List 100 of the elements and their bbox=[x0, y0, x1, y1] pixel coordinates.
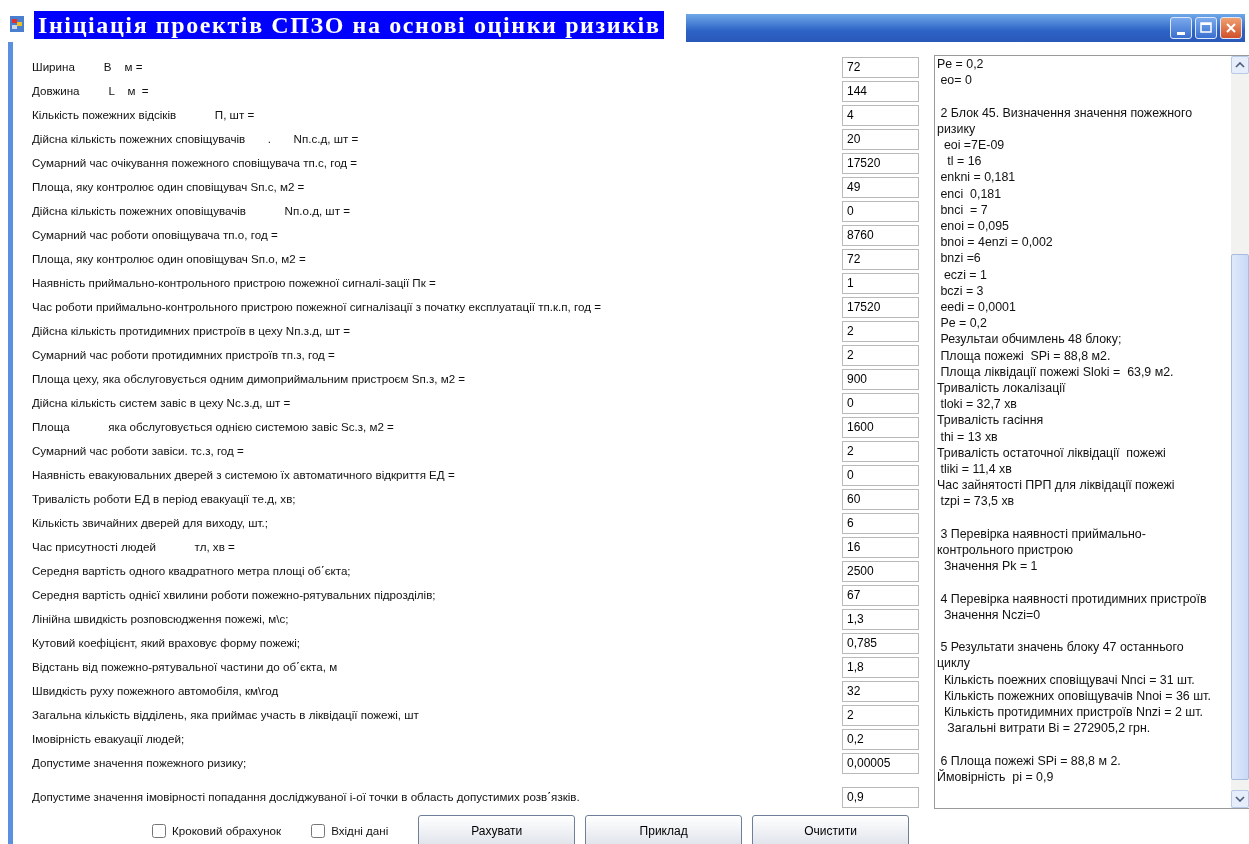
checkbox-label: Кроковий обрахунок bbox=[172, 823, 282, 840]
input-field[interactable]: 2 bbox=[842, 320, 919, 342]
output-line: Кількість пожежних оповіщувачів Nnoi = 36 шт. bbox=[942, 687, 1212, 705]
field-label: Наявність евакуювальних дверей з системою їх автоматичного відкриття ЕД = bbox=[32, 467, 456, 484]
output-line: enkni = 0,181 bbox=[939, 169, 1017, 186]
input-field[interactable]: 2 bbox=[842, 704, 919, 726]
output-line: Час зайнятості ПРП для ліквідації пожежі bbox=[937, 477, 1176, 494]
close-icon bbox=[1224, 21, 1238, 35]
output-line: tliki = 11,4 хв bbox=[939, 461, 1013, 478]
scroll-up-icon[interactable] bbox=[1235, 62, 1245, 68]
input-field[interactable]: 32 bbox=[842, 680, 919, 702]
output-line: enci 0,181 bbox=[939, 185, 1003, 202]
field-label: Тривалість роботи ЕД в період евакуації те.д, хв; bbox=[32, 491, 297, 508]
input-field[interactable]: 2 bbox=[842, 440, 919, 462]
input-field[interactable]: 17520 bbox=[842, 296, 919, 318]
output-line: 5 Результати значень блоку 47 останнього циклу bbox=[937, 639, 1185, 672]
field-label: Допустиме значення пожежного ризику; bbox=[32, 755, 248, 772]
output-line: bnci = 7 bbox=[939, 201, 989, 218]
window-title: Ініціація проектів СПЗО на основі оцінки ризиків bbox=[34, 11, 665, 39]
output-line: bczi = 3 bbox=[939, 282, 985, 300]
output-line: enoi = 0,095 bbox=[939, 218, 1010, 235]
input-field[interactable]: 1,8 bbox=[842, 656, 919, 678]
field-label: Допустиме значення імовірності попадання досліджуваної і-ої точки в область допустимих розв΄язків. bbox=[32, 789, 581, 806]
output-line: Площа ліквідації пожежі Sloki = 63,9 м2. bbox=[939, 363, 1175, 381]
checkbox[interactable] bbox=[311, 824, 326, 838]
minimize-icon bbox=[1177, 31, 1185, 35]
input-field[interactable]: 0,785 bbox=[842, 632, 919, 654]
field-label: Дійсна кількість пожежних сповіщувачів . Nп.с.д, шт = bbox=[32, 131, 360, 148]
output-line: 3 Перевірка наявності приймально-контрольного пристрою bbox=[937, 525, 1147, 559]
maximize-button[interactable] bbox=[1195, 17, 1217, 39]
output-line: Кількість поежних сповіщувачі Nnci = 31 шт. bbox=[942, 671, 1196, 688]
input-field[interactable]: 2 bbox=[842, 344, 919, 366]
input-field[interactable]: 0 bbox=[842, 392, 919, 414]
action-button[interactable]: Приклад bbox=[585, 815, 743, 844]
scroll-down-icon[interactable] bbox=[1235, 796, 1245, 802]
field-label: Кутовий коефіцієнт, який враховує форму пожежі; bbox=[32, 635, 302, 652]
input-field[interactable]: 17520 bbox=[842, 152, 919, 174]
field-label: Кількість пожежних відсіків П, шт = bbox=[32, 107, 256, 124]
field-label: Час присутності людей тл, хв = bbox=[32, 539, 236, 556]
input-field[interactable]: 0,2 bbox=[842, 728, 919, 750]
input-field[interactable]: 0,9 bbox=[842, 786, 919, 808]
input-field[interactable]: 0 bbox=[842, 200, 919, 222]
output-line: eoi =7E-09 bbox=[942, 137, 1006, 154]
output-line: tl = 16 bbox=[946, 153, 983, 170]
input-field[interactable]: 67 bbox=[842, 584, 919, 606]
input-field[interactable]: 72 bbox=[842, 56, 919, 78]
input-field[interactable]: 1 bbox=[842, 272, 919, 294]
output-line: Pe = 0,2 bbox=[937, 56, 985, 73]
field-label: Кількість звичайних дверей для виходу, шт.; bbox=[32, 515, 269, 532]
input-field[interactable]: 60 bbox=[842, 488, 919, 510]
field-label: Дійсна кількість пожежних оповіщувачів Nп.о.д, шт = bbox=[32, 203, 351, 220]
input-field[interactable]: 2500 bbox=[842, 560, 919, 582]
output-line: Загальні витрати Bi = 272905,2 грн. bbox=[946, 720, 1152, 737]
field-label: Наявність приймально-контрольного пристрою пожежної сигналі-зації Пк = bbox=[32, 275, 437, 292]
output-line: bnzi =6 bbox=[939, 250, 982, 267]
input-field[interactable]: 8760 bbox=[842, 224, 919, 246]
field-label: Сумарний час роботи завіси. тс.з, год = bbox=[32, 443, 245, 460]
output-line: Кількість протидимних пристроїв Nnzi = 2 шт. bbox=[942, 704, 1204, 721]
close-button[interactable] bbox=[1220, 17, 1242, 39]
maximize-icon bbox=[1199, 21, 1213, 35]
input-field[interactable]: 16 bbox=[842, 536, 919, 558]
minimize-button[interactable] bbox=[1170, 17, 1192, 39]
checkbox[interactable] bbox=[152, 824, 166, 838]
field-label: Дійсна кількість систем завіс в цеху Nс.з.д, шт = bbox=[32, 395, 292, 412]
input-field[interactable]: 0,00005 bbox=[842, 752, 919, 774]
action-button[interactable]: Очистити bbox=[752, 815, 909, 844]
input-field[interactable]: 49 bbox=[842, 176, 919, 198]
checkbox-label: Вхідні дані bbox=[331, 823, 389, 840]
input-field[interactable]: 0 bbox=[842, 464, 919, 486]
input-field[interactable]: 1600 bbox=[842, 416, 919, 438]
input-field[interactable]: 72 bbox=[842, 248, 919, 270]
input-field[interactable]: 1,3 bbox=[842, 608, 919, 630]
input-field[interactable]: 6 bbox=[842, 512, 919, 534]
field-label: Швидкість руху пожежного автомобіля, км\год bbox=[32, 683, 280, 700]
field-label: Сумарний час роботи протидимних пристроїв тп.з, год = bbox=[32, 347, 336, 364]
input-field[interactable]: 20 bbox=[842, 128, 919, 150]
app-icon bbox=[10, 14, 24, 30]
action-button[interactable]: Рахувати bbox=[418, 815, 576, 844]
field-label: Лінійна швидкість розповсюдження пожежі, м\с; bbox=[32, 611, 290, 628]
field-label: Середня вартість одного квадратного метра площі об΄єкта; bbox=[32, 563, 352, 580]
output-line: Значення Nczi=0 bbox=[942, 606, 1042, 624]
output-line: thi = 13 хв bbox=[939, 428, 999, 445]
output-line: Значення Pk = 1 bbox=[942, 558, 1039, 575]
input-field[interactable]: 900 bbox=[842, 368, 919, 390]
output-line: Площа пожежі SPi = 88,8 м2. bbox=[939, 347, 1112, 364]
output-line: Результаи обчимлень 48 блоку; bbox=[939, 331, 1123, 348]
input-field[interactable]: 144 bbox=[842, 80, 919, 102]
field-label: Площа, яку контролює один оповіщувач Sп.о, м2 = bbox=[32, 251, 307, 268]
output-line: Тривалість гасіння bbox=[937, 412, 1045, 429]
field-label: Ширина В м = bbox=[32, 59, 144, 76]
field-label: Сумарний час очікування пожежного сповіщувача тп.с, год = bbox=[32, 155, 359, 172]
input-field[interactable]: 4 bbox=[842, 104, 919, 126]
field-label: Імовірність евакуації людей; bbox=[32, 731, 186, 748]
scrollbar[interactable] bbox=[1231, 56, 1249, 808]
output-line: 4 Перевірка наявності протидимних пристроїв bbox=[939, 590, 1208, 607]
field-label: Площа яка обслуговується однією системою завіс Sс.з, м2 = bbox=[32, 419, 395, 436]
field-label: Довжина L м = bbox=[32, 83, 150, 100]
field-label: Дійсна кількість протидимних пристроїв в цеху Nп.з.д, шт = bbox=[32, 323, 351, 340]
output-line: tzpi = 73,5 хв bbox=[939, 493, 1016, 510]
output-line: Тривалість остаточної ліквідації пожежі bbox=[937, 444, 1167, 462]
